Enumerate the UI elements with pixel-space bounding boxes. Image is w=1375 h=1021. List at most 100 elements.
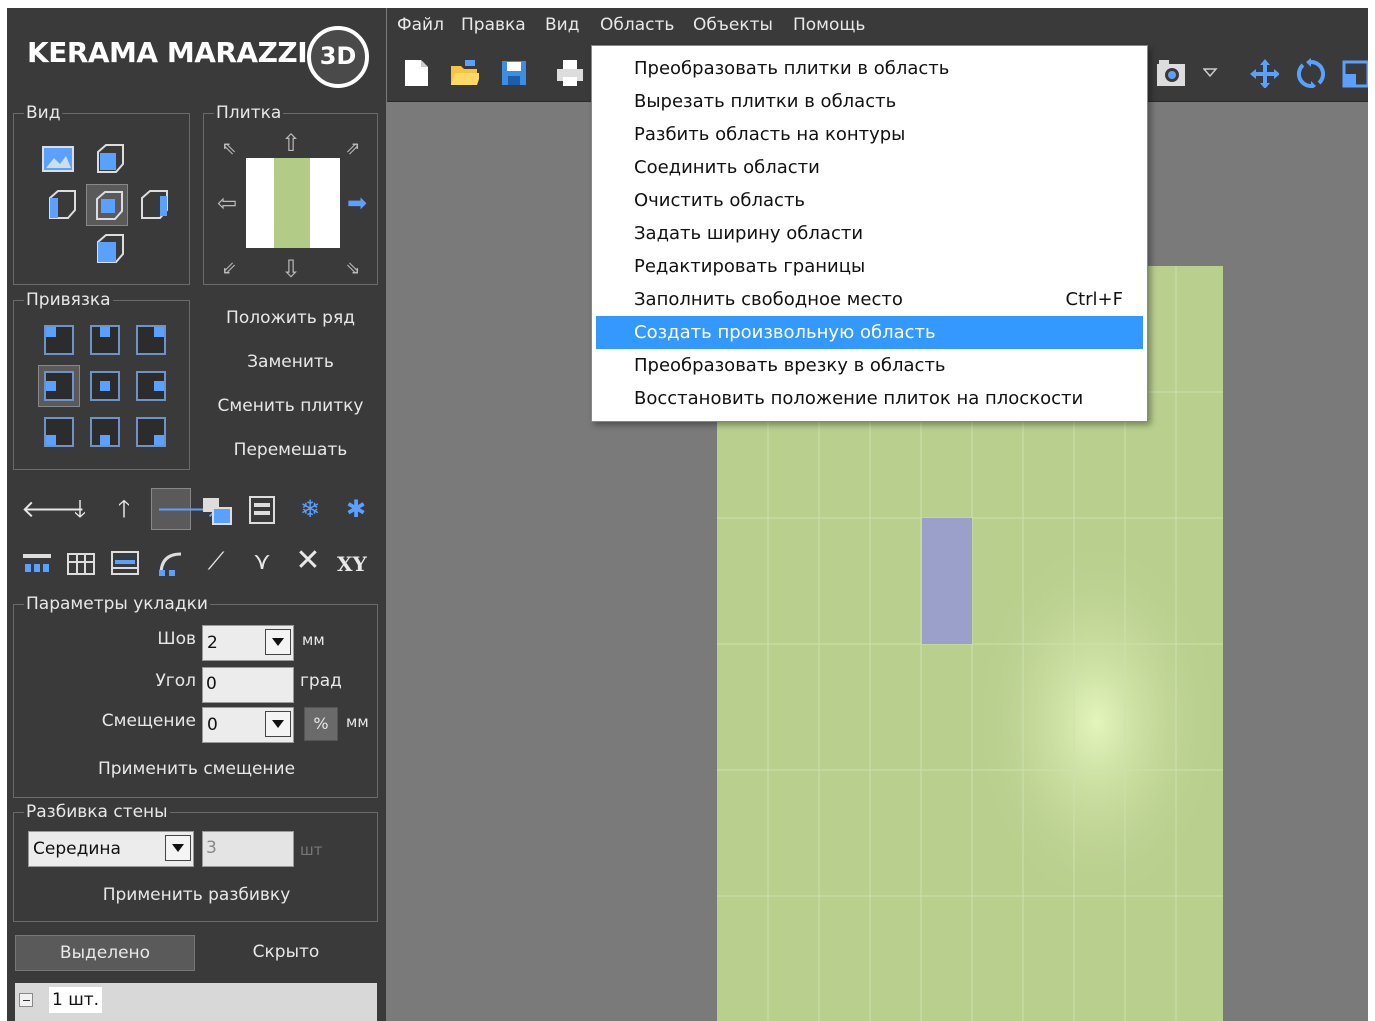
wall-split-mode-select[interactable]: Середина [28, 831, 194, 867]
offset-percent-toggle[interactable]: % [304, 707, 338, 741]
cube-bottom-view-icon[interactable] [92, 232, 126, 266]
arrow-down-right-icon[interactable]: ⇘ [338, 254, 368, 284]
replace-button[interactable]: Заменить [203, 352, 378, 372]
cube-left-view-icon[interactable] [44, 188, 78, 222]
tile-preview-stripe [274, 158, 310, 248]
chevron-down-icon [265, 629, 291, 655]
arrow-down-icon[interactable]: ⇩ [276, 254, 306, 284]
menu-item-cut-tiles-to-area[interactable]: Вырезать плитки в область [596, 85, 1143, 118]
rotate-icon[interactable] [1295, 58, 1325, 88]
herringbone-icon[interactable]: ⋎ [247, 546, 277, 576]
layers-icon[interactable] [201, 496, 233, 526]
front-view-icon[interactable] [42, 144, 74, 174]
wall-split-group: Разбивка стены Середина 3 шт Применить р… [13, 802, 379, 922]
change-tile-button[interactable]: Сменить плитку [203, 396, 378, 416]
table-icon[interactable] [109, 548, 141, 578]
selected-tile [922, 518, 972, 644]
menu-item-edit-borders[interactable]: Редактировать границы [596, 250, 1143, 283]
menu-file[interactable]: Файл [397, 15, 444, 35]
arrow-up-left-icon[interactable]: ⇖ [214, 134, 244, 164]
angle-label: Угол [155, 671, 196, 691]
snap-top-right[interactable] [136, 325, 166, 355]
puzzle-icon[interactable]: ✱ [341, 494, 371, 524]
logo-3d-badge: 3D [307, 26, 369, 88]
snap-middle-right[interactable] [136, 371, 166, 401]
arrow-up-right-icon[interactable]: ⇗ [338, 134, 368, 164]
left-panel: KERAMA MARAZZI 3D Вид Плитка ⇖ ⇧ ⇗ ⇦ ➡ ⇙… [7, 8, 386, 1021]
cube-right-view-icon[interactable] [136, 188, 170, 222]
snowflake-icon[interactable]: ❄ [295, 494, 325, 524]
tile-group-title: Плитка [214, 103, 284, 123]
arrow-down-left-icon[interactable]: ⇙ [214, 254, 244, 284]
snap-middle-left [44, 371, 74, 401]
menu-item-clear-area[interactable]: Очистить область [596, 184, 1143, 217]
seam-select[interactable]: 2 [202, 625, 294, 661]
camera-icon[interactable] [1155, 58, 1185, 88]
grid-insert-icon[interactable] [65, 548, 97, 578]
save-icon[interactable] [499, 58, 529, 88]
menu-item-split-area-contours[interactable]: Разбить область на контуры [596, 118, 1143, 151]
cross-icon[interactable]: ✕ [293, 546, 323, 576]
shuffle-button[interactable]: Перемешать [203, 440, 378, 460]
cube-center-view-selected[interactable] [86, 184, 128, 226]
snap-bottom-center[interactable] [90, 417, 120, 447]
seam-label: Шов [157, 629, 196, 649]
menu-objects[interactable]: Объекты [693, 15, 773, 35]
tab-selected-items[interactable]: Выделено [15, 935, 195, 971]
menu-help[interactable]: Помощь [793, 15, 865, 35]
move-left-icon[interactable]: 🡐 [21, 494, 85, 524]
move-up-icon[interactable]: 🡑 [109, 494, 139, 524]
arrow-up-icon[interactable]: ⇧ [276, 128, 306, 158]
menu-item-convert-tiles-to-area[interactable]: Преобразовать плитки в область [596, 52, 1143, 85]
cube-top-view-icon[interactable] [92, 142, 126, 176]
menu-item-create-custom-area[interactable]: Создать произвольную область [596, 316, 1143, 349]
menu-item-restore-tile-positions[interactable]: Восстановить положение плиток на плоскос… [596, 382, 1143, 415]
snap-top-center[interactable] [90, 325, 120, 355]
arrow-right-icon[interactable]: ➡ [342, 188, 372, 218]
snap-group-title: Привязка [24, 290, 113, 310]
arrow-left-icon[interactable]: ⇦ [212, 188, 242, 218]
apply-offset-button[interactable]: Применить смещение [14, 759, 379, 779]
layout-params-title: Параметры укладки [24, 594, 210, 614]
menu-item-set-area-width[interactable]: Задать ширину области [596, 217, 1143, 250]
move-right-icon: 🡒 [156, 495, 221, 523]
snap-bottom-right[interactable] [136, 417, 166, 447]
move-down-icon[interactable]: 🡓 [65, 494, 95, 524]
menu-item-join-areas[interactable]: Соединить области [596, 151, 1143, 184]
new-file-icon[interactable] [401, 58, 431, 88]
move-right-selected[interactable]: 🡒 [151, 488, 221, 530]
wall-split-count-unit: шт [300, 841, 323, 859]
open-folder-icon[interactable] [449, 58, 479, 88]
menu-area[interactable]: Область [600, 15, 674, 35]
snap-center[interactable] [90, 371, 120, 401]
xy-coordinates-icon[interactable]: XY [337, 552, 367, 576]
wall-split-title: Разбивка стены [24, 802, 170, 822]
view-group-title: Вид [24, 103, 63, 123]
arc-icon[interactable] [155, 548, 187, 578]
angle-input[interactable]: 0 [202, 667, 294, 703]
wall-split-count-input[interactable]: 3 [202, 831, 294, 867]
resize-icon[interactable] [1341, 58, 1368, 88]
snap-bottom-left[interactable] [44, 417, 74, 447]
lay-row-button[interactable]: Положить ряд [203, 308, 378, 328]
snap-middle-left-selected[interactable] [38, 365, 80, 407]
offset-select[interactable]: 0 [202, 707, 294, 743]
diagonal-line-icon[interactable]: ⟋ [201, 546, 231, 576]
print-icon[interactable] [555, 58, 585, 88]
apply-split-button[interactable]: Применить разбивку [14, 885, 379, 905]
items-tree: 1 шт. [15, 983, 377, 1021]
menu-edit[interactable]: Правка [461, 15, 526, 35]
stack-icon[interactable] [247, 494, 277, 526]
chevron-down-icon[interactable] [1203, 68, 1233, 98]
collapse-icon[interactable] [19, 993, 33, 1007]
menu-item-convert-inset-to-area[interactable]: Преобразовать врезку в область [596, 349, 1143, 382]
offset-label: Смещение [101, 711, 196, 731]
menu-item-fill-free-space[interactable]: Заполнить свободное место Ctrl+F [596, 283, 1143, 316]
tab-hidden-items[interactable]: Скрыто [197, 935, 375, 971]
move-icon[interactable] [1249, 58, 1279, 88]
seam-value: 2 [207, 633, 218, 653]
menu-view[interactable]: Вид [545, 15, 579, 35]
tree-item[interactable]: 1 шт. [49, 987, 103, 1013]
snap-top-left[interactable] [44, 325, 74, 355]
align-top-icon[interactable] [21, 548, 53, 578]
